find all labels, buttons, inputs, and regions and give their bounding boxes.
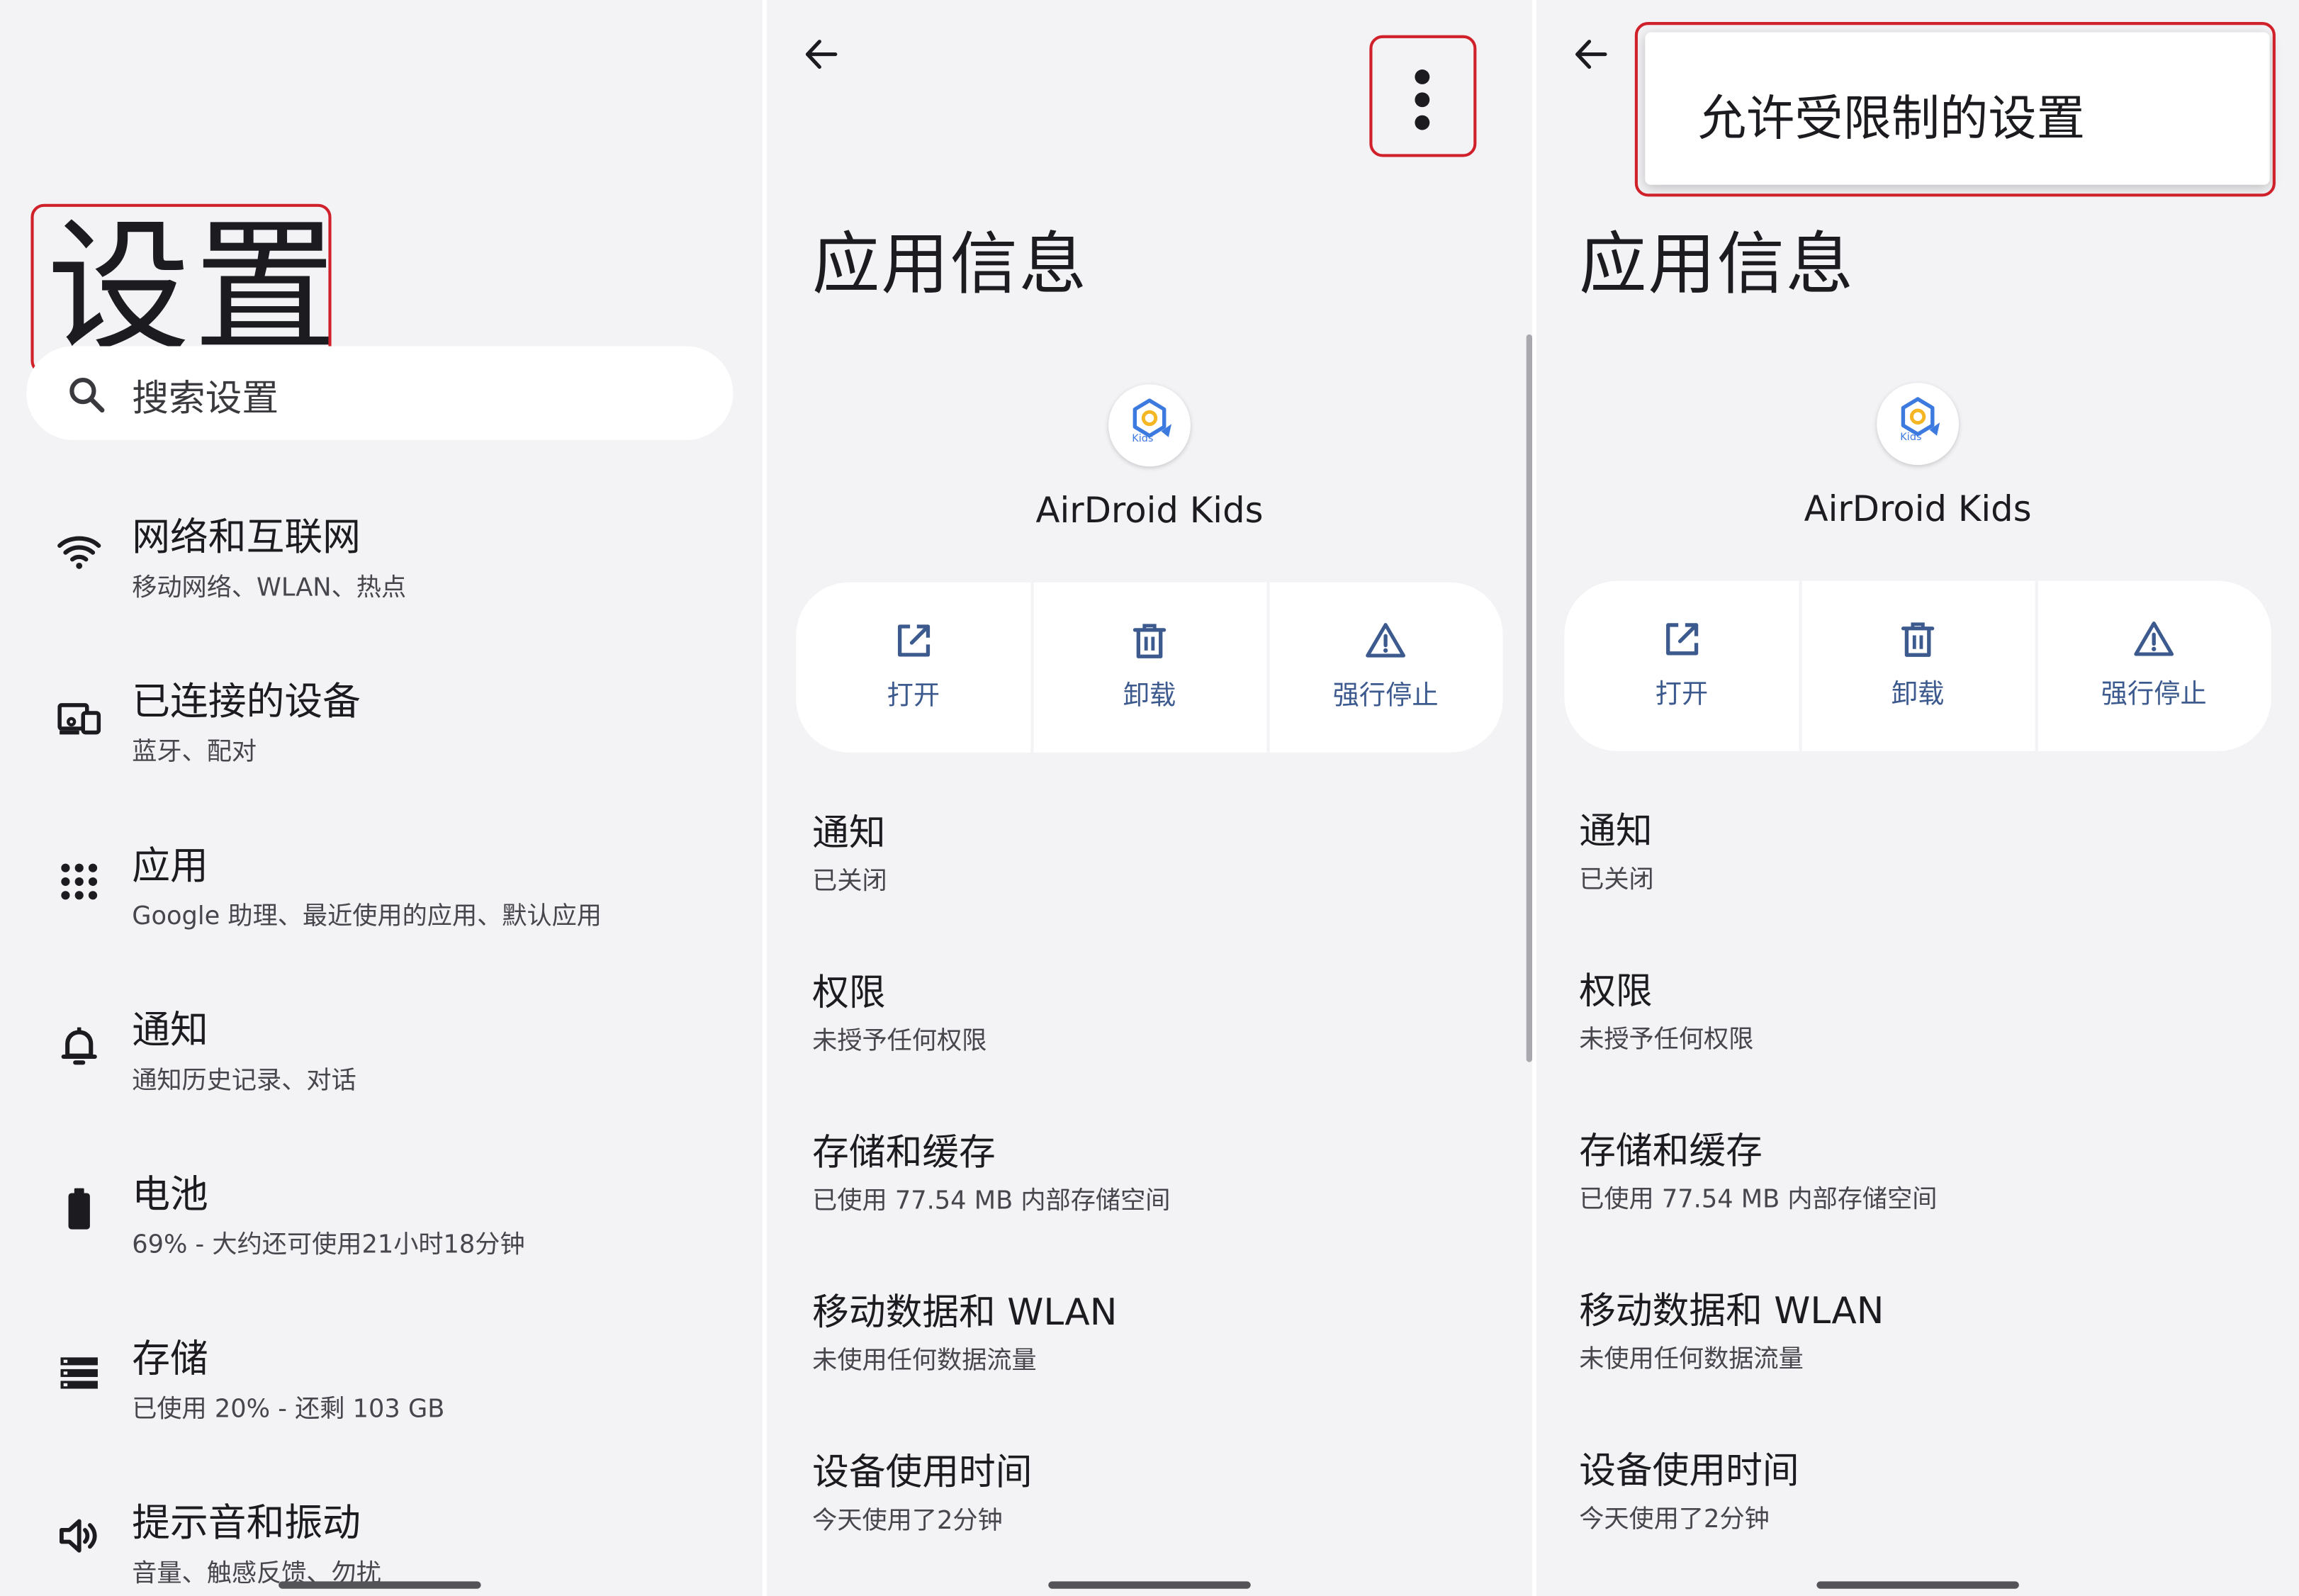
app-icon-caption: Kids — [1132, 432, 1154, 445]
info-row-subtitle: 未使用任何数据流量 — [1579, 1345, 1804, 1375]
open-external-icon — [897, 624, 931, 657]
info-row-subtitle: 已关闭 — [812, 867, 887, 897]
info-row-title: 权限 — [812, 971, 886, 1014]
app-info-panel: 应用信息 Kids AirDroid Kids 打开 卸载 强行停止 通知 已关… — [767, 0, 1533, 1596]
app-icon-caption: Kids — [1900, 431, 1922, 444]
action-label: 打开 — [887, 680, 940, 712]
app-icon: Kids — [1877, 383, 1960, 466]
info-row-title: 设备使用时间 — [1579, 1449, 1799, 1493]
settings-item-subtitle: 已使用 20% - 还剩 103 GB — [132, 1395, 445, 1424]
volume-icon — [59, 1519, 97, 1553]
app-action-bar: 打开 卸载 强行停止 — [1564, 580, 2271, 751]
info-row-subtitle: 未授予任何权限 — [812, 1026, 987, 1057]
apps-icon — [61, 863, 98, 900]
info-row-subtitle: 已使用 77.54 MB 内部存储空间 — [812, 1186, 1171, 1216]
app-info-menu-panel: 应用信息 Kids AirDroid Kids 打开 卸载 强行停止 通知 已关… — [1536, 0, 2299, 1596]
airdroid-kids-logo-icon — [1132, 398, 1172, 438]
app-action-bar: 打开 卸载 强行停止 — [796, 582, 1503, 753]
bell-icon — [61, 1027, 97, 1065]
settings-item-subtitle: Google 助理、最近使用的应用、默认应用 — [132, 901, 602, 932]
storage-icon — [60, 1357, 98, 1389]
action-label: 强行停止 — [2101, 679, 2207, 710]
info-row-title: 设备使用时间 — [812, 1451, 1033, 1494]
info-row-subtitle: 今天使用了2分钟 — [812, 1506, 1003, 1536]
info-row-title: 权限 — [1579, 970, 1653, 1013]
back-arrow-icon[interactable] — [799, 35, 843, 74]
app-name: AirDroid Kids — [1804, 488, 2032, 530]
home-indicator[interactable] — [279, 1581, 481, 1589]
settings-item-title: 存储 — [132, 1337, 208, 1382]
menu-highlight-box — [1634, 22, 2276, 197]
action-label: 卸载 — [1123, 680, 1176, 712]
info-row-title: 存储和缓存 — [812, 1130, 996, 1174]
warning-icon — [2134, 621, 2174, 656]
settings-item-title: 提示音和振动 — [132, 1502, 361, 1546]
home-indicator[interactable] — [1048, 1581, 1251, 1589]
settings-item-title: 电池 — [132, 1173, 208, 1218]
info-row-subtitle: 已关闭 — [1579, 865, 1654, 895]
warning-icon — [1366, 623, 1405, 658]
settings-item-title: 应用 — [132, 845, 208, 889]
scrollbar[interactable] — [1526, 334, 1533, 1062]
open-external-icon — [1666, 623, 1699, 656]
info-row-title: 移动数据和 WLAN — [812, 1291, 1118, 1334]
action-label: 打开 — [1655, 679, 1709, 710]
settings-item-subtitle: 69% - 大约还可使用21小时18分钟 — [132, 1230, 525, 1261]
open-button[interactable]: 打开 — [796, 583, 1030, 753]
uninstall-button[interactable]: 卸载 — [1033, 583, 1267, 753]
settings-item-subtitle: 蓝牙、配对 — [132, 738, 257, 768]
force-stop-button[interactable]: 强行停止 — [1269, 583, 1503, 753]
action-label: 卸载 — [1891, 679, 1945, 710]
open-button[interactable]: 打开 — [1565, 581, 1799, 751]
settings-item-title: 通知 — [132, 1009, 208, 1054]
wifi-icon — [57, 536, 101, 569]
menu-button-highlight-box — [1369, 35, 1477, 157]
search-icon — [69, 377, 105, 413]
uninstall-button[interactable]: 卸载 — [1801, 581, 2035, 751]
info-row-title: 通知 — [812, 811, 886, 854]
action-label: 强行停止 — [1332, 680, 1439, 712]
trash-icon — [1901, 622, 1935, 657]
back-arrow-icon[interactable] — [1569, 35, 1613, 74]
devices-icon — [57, 703, 101, 735]
page-title: 应用信息 — [812, 224, 1089, 304]
app-icon: Kids — [1108, 384, 1191, 467]
info-row-title: 存储和缓存 — [1579, 1129, 1763, 1172]
airdroid-kids-logo-icon — [1901, 397, 1940, 437]
trash-icon — [1132, 624, 1167, 658]
settings-item-title: 已连接的设备 — [132, 680, 361, 725]
info-row-subtitle: 未使用任何数据流量 — [812, 1347, 1037, 1376]
app-name: AirDroid Kids — [1035, 490, 1264, 532]
settings-item-title: 网络和互联网 — [132, 516, 361, 561]
info-row-subtitle: 未授予任何权限 — [1579, 1025, 1754, 1055]
home-indicator[interactable] — [1816, 1581, 2019, 1589]
info-row-title: 移动数据和 WLAN — [1579, 1289, 1884, 1332]
info-row-title: 通知 — [1579, 809, 1653, 853]
page-title: 应用信息 — [1579, 224, 1855, 304]
settings-panel: 设置 搜索设置 网络和互联网 移动网络、WLAN、热点 已连接的设备 蓝牙、配对 — [0, 0, 763, 1596]
info-row-subtitle: 已使用 77.54 MB 内部存储空间 — [1579, 1185, 1938, 1215]
settings-item-subtitle: 移动网络、WLAN、热点 — [132, 573, 407, 603]
settings-item-subtitle: 通知历史记录、对话 — [132, 1066, 356, 1096]
force-stop-button[interactable]: 强行停止 — [2037, 581, 2271, 751]
info-row-subtitle: 今天使用了2分钟 — [1579, 1505, 1770, 1535]
battery-icon — [68, 1188, 90, 1230]
search-input[interactable]: 搜索设置 — [132, 370, 279, 423]
